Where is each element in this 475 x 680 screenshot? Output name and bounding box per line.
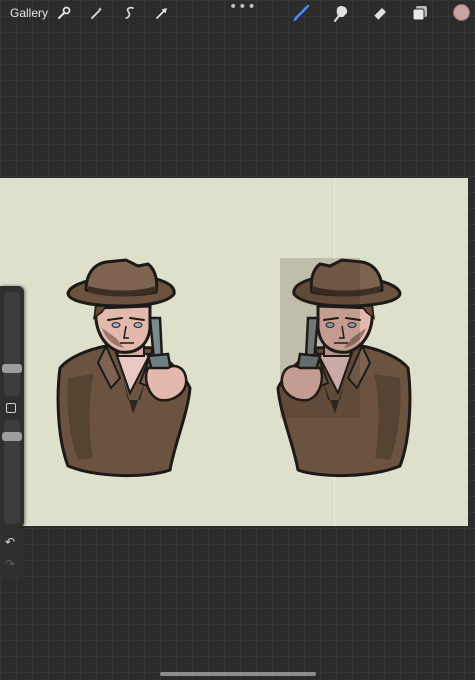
history-panel: ↶ ↷: [0, 528, 24, 580]
opacity-slider[interactable]: [2, 420, 22, 524]
color-picker-swatch[interactable]: [453, 4, 470, 21]
top-toolbar: Gallery •••: [0, 0, 475, 26]
brush-size-handle[interactable]: [2, 364, 22, 373]
smudge-icon[interactable]: [332, 4, 350, 22]
layers-icon[interactable]: [411, 4, 429, 22]
gallery-button[interactable]: Gallery: [10, 6, 48, 20]
square-icon[interactable]: [6, 403, 16, 413]
detective-sticker-right: [276, 258, 412, 478]
more-options-icon[interactable]: •••: [229, 0, 257, 14]
selection-icon[interactable]: [121, 4, 139, 22]
magic-wand-icon[interactable]: [88, 4, 106, 22]
undo-icon[interactable]: ↶: [5, 535, 15, 549]
wrench-icon[interactable]: [55, 4, 73, 22]
opacity-handle[interactable]: [2, 432, 22, 441]
brush-sidebar: [0, 286, 24, 528]
transform-arrow-icon[interactable]: [153, 4, 171, 22]
drawing-canvas[interactable]: [0, 178, 468, 526]
home-indicator[interactable]: [160, 672, 316, 676]
redo-icon[interactable]: ↷: [5, 557, 15, 571]
brush-icon[interactable]: [292, 4, 310, 22]
brush-size-slider[interactable]: [2, 292, 22, 396]
detective-sticker-left: [56, 258, 192, 478]
eraser-icon[interactable]: [371, 4, 389, 22]
artwork-layer: [56, 258, 412, 478]
